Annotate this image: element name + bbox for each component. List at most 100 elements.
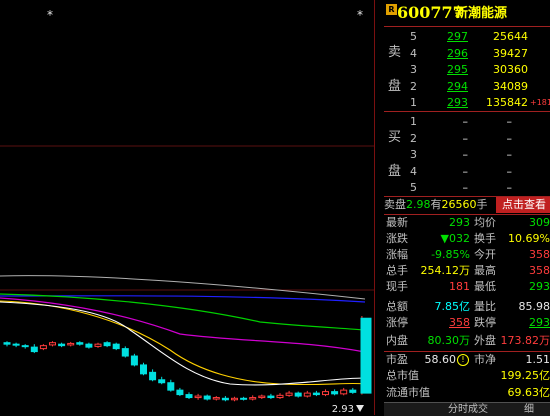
vol-ratio-value: 85.98 [518, 300, 550, 313]
bid-level: 1 [410, 115, 417, 128]
change-value: ▼032 [440, 232, 470, 245]
bid-price: – [462, 115, 469, 128]
candle-body [340, 389, 348, 395]
turnover-value: 10.69% [508, 232, 550, 245]
ask-price[interactable]: 295 [432, 62, 468, 78]
sell-summary: 卖盘2.98有26560手 点击查看 [384, 197, 550, 213]
ask-change: +1813 [530, 98, 550, 107]
ask-volume: 39427 [493, 46, 528, 60]
pb-value: 1.51 [525, 353, 550, 366]
avg-label: 均价 [474, 216, 496, 229]
candle-body [349, 389, 357, 393]
candle-body [21, 345, 29, 348]
candle-body [176, 389, 184, 396]
ask-level: 3 [410, 63, 417, 76]
pct-label: 涨幅 [386, 248, 408, 261]
inner-label: 内盘 [386, 334, 408, 347]
bid-row[interactable]: 2 – – [384, 131, 550, 147]
candle-body [12, 343, 20, 346]
limit-up-value[interactable]: 358 [430, 315, 470, 331]
bid-row[interactable]: 1 – – [384, 114, 550, 130]
candle-body [258, 395, 266, 399]
kline-chart[interactable]: * * 2.93 [0, 0, 375, 415]
candle-body [360, 317, 372, 394]
stock-code: 600777 [397, 3, 464, 22]
vol-ratio-label: 量比 [474, 300, 496, 313]
bid-level: 2 [410, 131, 417, 145]
inner-value: 80.30万 [427, 334, 471, 347]
pct-value: -9.85% [431, 248, 470, 261]
candle-body [312, 392, 320, 396]
sell-summary-label: 卖盘 [384, 198, 406, 211]
info-icon[interactable]: ! [457, 354, 469, 366]
bid-row[interactable]: 5 – – [384, 180, 550, 196]
mktcap-label: 总市值 [386, 369, 419, 382]
latest-value: 293 [449, 216, 470, 229]
candlestick-series [3, 316, 372, 402]
ask-price[interactable]: 294 [432, 79, 468, 95]
open-label: 今开 [474, 248, 496, 261]
bid-level: 4 [410, 164, 417, 178]
candle-body [276, 394, 284, 399]
candle-body [231, 397, 238, 401]
sell-summary-volume: 26560 [441, 198, 477, 211]
bid-volume: – [506, 115, 513, 128]
turnover-label: 换手 [474, 232, 496, 245]
sell-summary-unit: 手 [476, 198, 488, 211]
stock-header[interactable]: R 600777 新潮能源 [384, 2, 550, 24]
sell-summary-has: 有 [430, 198, 442, 211]
tab-detail[interactable]: 细 [524, 403, 534, 416]
ask-row[interactable]: 1 293 135842 +1813 [384, 95, 550, 111]
last-price-label: 2.93 [332, 404, 354, 415]
amount-value: 7.85亿 [434, 300, 471, 313]
candle-body [76, 342, 84, 345]
candle-body [249, 397, 257, 400]
candle-body [140, 364, 147, 375]
ask-row[interactable]: 3 295 30360 [384, 62, 550, 78]
candle-body [39, 345, 47, 350]
view-details-button[interactable]: 点击查看 [496, 197, 550, 213]
high-value: 358 [529, 264, 550, 277]
candle-body [167, 382, 175, 391]
ask-volume: 135842 [486, 96, 528, 109]
ask-level: 5 [410, 30, 417, 43]
bid-price: – [462, 148, 469, 161]
bid-volume: – [506, 131, 513, 145]
ask-level: 1 [410, 96, 417, 109]
candle-body [294, 392, 302, 397]
ask-price[interactable]: 296 [432, 46, 468, 62]
candle-body [212, 397, 220, 400]
ask-row[interactable]: 2 294 34089 [384, 79, 550, 95]
change-label: 涨跌 [386, 232, 408, 245]
bottom-tab-bar: 分时成交 细 [384, 402, 550, 416]
ask-level: 4 [410, 46, 417, 60]
outer-value: 173.82万 [500, 334, 550, 347]
cur-label: 现手 [386, 280, 408, 293]
bid-level: 3 [410, 148, 417, 161]
float-value: 69.63亿 [507, 386, 550, 399]
limit-down-label: 跌停 [474, 316, 496, 329]
chart-marker-left: * [47, 8, 53, 22]
bid-row[interactable]: 3 – – [384, 147, 550, 163]
candle-body [49, 342, 56, 346]
bid-row[interactable]: 4 – – [384, 164, 550, 180]
rong-badge-icon: R [386, 4, 397, 15]
limit-down-value[interactable]: 293 [512, 315, 550, 331]
candle-body [3, 342, 11, 345]
tab-ticks[interactable]: 分时成交 [448, 403, 488, 416]
last-price-arrow-icon [356, 405, 364, 412]
candle-body [185, 394, 193, 399]
candle-body [203, 395, 211, 400]
quote-panel: R 600777 新潮能源 卖 盘 5 297 25644 4 296 3942… [384, 0, 550, 416]
float-label: 流通市值 [386, 386, 430, 399]
ask-volume: 25644 [493, 30, 528, 43]
ask-price[interactable]: 297 [432, 29, 468, 45]
bid-price: – [462, 131, 469, 145]
candle-body [67, 342, 75, 346]
limit-up-label: 涨停 [386, 316, 408, 329]
ask-row[interactable]: 5 297 25644 [384, 29, 550, 45]
ask-row[interactable]: 4 296 39427 [384, 46, 550, 62]
candle-body [221, 397, 229, 401]
bid-price: – [462, 164, 469, 178]
ask-price[interactable]: 293 [432, 95, 468, 111]
